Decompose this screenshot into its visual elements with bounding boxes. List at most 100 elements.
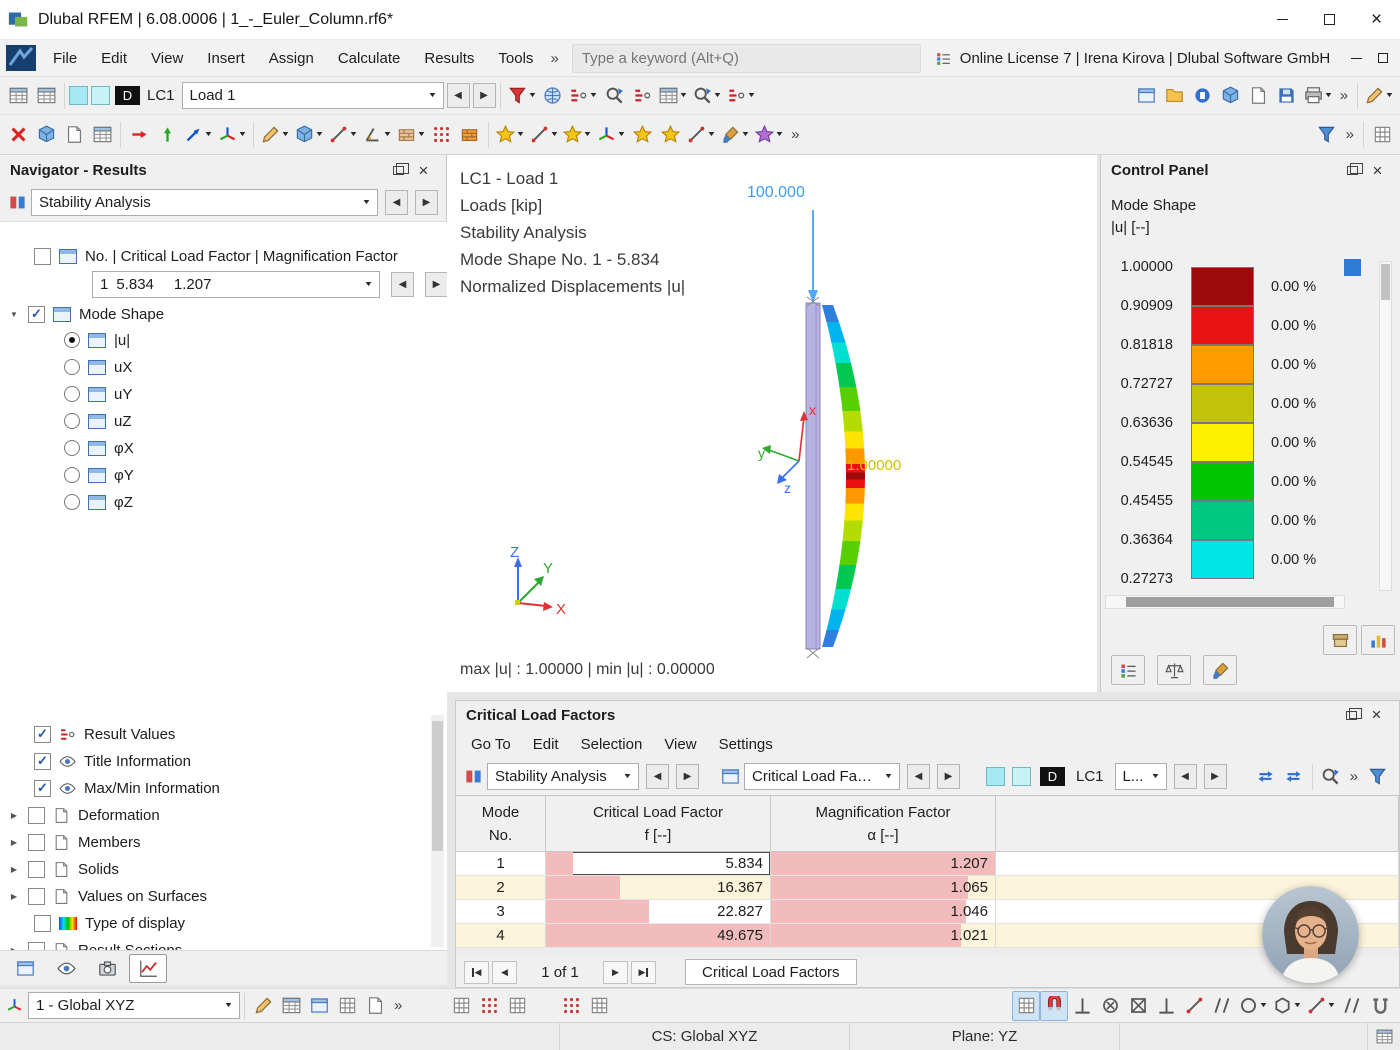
cell-critical-load-factor[interactable]: 22.827 — [546, 900, 771, 924]
menu-overflow[interactable]: » — [545, 50, 563, 67]
component-option-u[interactable]: |u| — [64, 328, 130, 352]
scale-color-box[interactable] — [1191, 345, 1254, 384]
view-minus-z-icon[interactable]: ▼ — [181, 120, 215, 150]
show-result-values-icon[interactable] — [600, 81, 628, 111]
print-icon[interactable]: ▼ — [1301, 81, 1335, 111]
toolbar1-overflow[interactable]: » — [1335, 87, 1353, 104]
prev-page-button[interactable]: ◀ — [492, 961, 517, 984]
scrollbar-thumb[interactable] — [1381, 264, 1390, 300]
radio-selected[interactable] — [64, 332, 80, 348]
special-objects-icon[interactable]: ▼ — [752, 120, 786, 150]
node-displacement-icon[interactable]: ▼ — [594, 120, 628, 150]
option-result-sections[interactable]: ▶Result Sections — [8, 938, 182, 950]
tab-views-navigator[interactable] — [88, 954, 126, 983]
option-members[interactable]: ▶Members — [8, 830, 141, 854]
menu-tools[interactable]: Tools — [486, 40, 545, 76]
table-layout-icon[interactable] — [1368, 120, 1396, 150]
display-swatch-2[interactable] — [91, 86, 110, 105]
scale-horizontal-scrollbar[interactable] — [1105, 595, 1345, 609]
checkbox-checked[interactable]: ✓ — [34, 780, 51, 797]
snap-perpendicular-icon[interactable] — [1152, 991, 1180, 1021]
show-loads-icon[interactable] — [538, 81, 566, 111]
menu-file[interactable]: File — [41, 40, 89, 76]
scale-color-box[interactable] — [1191, 540, 1254, 579]
scale-color-box[interactable] — [1191, 306, 1254, 345]
work-plane-select[interactable]: 1 - Global XYZ▼ — [28, 992, 240, 1019]
open-file-icon[interactable] — [1161, 81, 1189, 111]
status-coordinate-system[interactable]: CS: Global XYZ — [560, 1023, 850, 1050]
cell-critical-load-factor[interactable]: 49.675 — [546, 924, 771, 948]
clf-analysis-select[interactable]: Stability Analysis▼ — [487, 763, 639, 790]
cell-critical-load-factor[interactable]: 5.834 — [546, 852, 771, 876]
tab-display-navigator[interactable] — [47, 954, 85, 983]
control-panel-float-button[interactable] — [1340, 160, 1365, 182]
scale-color-box[interactable] — [1191, 267, 1254, 306]
menu-insert[interactable]: Insert — [195, 40, 257, 76]
masonry-icon[interactable] — [456, 120, 484, 150]
filter-loads-icon[interactable]: ▼ — [505, 81, 539, 111]
option-values-on-surfaces[interactable]: ▶Values on Surfaces — [8, 884, 207, 908]
prev-mode-button[interactable]: ◀ — [391, 272, 414, 297]
menu-edit[interactable]: Edit — [89, 40, 139, 76]
clf-next-analysis-button[interactable]: ▶ — [676, 764, 699, 789]
menu-calculate[interactable]: Calculate — [326, 40, 413, 76]
cell-mode-no[interactable]: 4 — [456, 924, 546, 948]
component-option-phiy[interactable]: φY — [64, 463, 134, 487]
clf-float-button[interactable] — [1339, 704, 1364, 726]
search-input[interactable] — [582, 50, 911, 67]
checkbox-checked[interactable]: ✓ — [34, 726, 51, 743]
generate-load-icon[interactable]: ▼ — [493, 120, 527, 150]
mesh-settings-icon[interactable] — [585, 991, 613, 1021]
radio[interactable] — [64, 467, 80, 483]
scale-color-box[interactable] — [1191, 423, 1254, 462]
expander-closed-icon[interactable]: ▶ — [8, 865, 20, 874]
panel-colors-button[interactable] — [1203, 655, 1237, 685]
model-check-icon[interactable] — [628, 120, 656, 150]
scale-marker[interactable] — [1344, 259, 1361, 276]
checkbox-unchecked[interactable] — [34, 248, 51, 265]
option-type-of-display[interactable]: Type of display — [34, 911, 185, 935]
clf-swatch-2[interactable] — [1012, 767, 1031, 786]
radio[interactable] — [64, 386, 80, 402]
prev-load-case-button[interactable]: ◀ — [447, 83, 470, 108]
clf-design-badge[interactable]: D — [1040, 767, 1065, 786]
radio[interactable] — [64, 494, 80, 510]
cell-mode-no[interactable]: 2 — [456, 876, 546, 900]
expander-closed-icon[interactable]: ▶ — [8, 892, 20, 901]
clf-next-result-button[interactable]: ▶ — [937, 764, 960, 789]
checkbox-unchecked[interactable] — [28, 834, 45, 851]
move-plane-icon[interactable] — [277, 991, 305, 1021]
view-x-icon[interactable] — [125, 120, 153, 150]
tree-item-critical-load-factor[interactable]: No. | Critical Load Factor | Magnificati… — [34, 244, 398, 268]
render-view-icon[interactable] — [1217, 81, 1245, 111]
snap-circle-cross-icon[interactable] — [1096, 991, 1124, 1021]
tab-results-navigator[interactable] — [129, 954, 167, 983]
wall-icon[interactable]: ▼ — [394, 120, 428, 150]
grid-settings-icon[interactable] — [503, 991, 531, 1021]
isometric-view-icon[interactable] — [32, 120, 60, 150]
printout-report-icon[interactable] — [1245, 81, 1273, 111]
snap-polygon-icon[interactable]: ▼ — [1270, 991, 1304, 1021]
control-panel-close-button[interactable]: × — [1365, 160, 1390, 182]
new-chart-icon[interactable] — [88, 120, 116, 150]
values-on-model-icon[interactable]: ▼ — [724, 81, 758, 111]
find-in-table-icon[interactable] — [1317, 762, 1345, 792]
navigator-close-button[interactable]: × — [411, 160, 436, 182]
clf-filter-icon[interactable] — [1363, 762, 1391, 792]
graphic-properties-icon[interactable]: ▼ — [1362, 81, 1396, 111]
display-swatch-1[interactable] — [69, 86, 88, 105]
menu-results[interactable]: Results — [412, 40, 486, 76]
imperfection-icon[interactable] — [656, 120, 684, 150]
checkbox-unchecked[interactable] — [28, 942, 45, 951]
angle-icon[interactable]: ▼ — [360, 120, 394, 150]
cell-magnification-factor[interactable]: 1.207 — [771, 852, 996, 876]
mode-shape-deformation[interactable] — [822, 305, 865, 647]
scale-color-box[interactable] — [1191, 462, 1254, 501]
panel-scale-button[interactable] — [1157, 655, 1191, 685]
snap-magnet-icon[interactable] — [1040, 991, 1068, 1021]
expander-closed-icon[interactable]: ▶ — [8, 811, 20, 820]
saved-scales-button[interactable] — [1323, 625, 1357, 655]
col-header-magnification-factor[interactable]: Magnification Factorα [--] — [771, 796, 996, 852]
line-load-icon[interactable]: ▼ — [527, 120, 561, 150]
section-icon[interactable]: ▼ — [326, 120, 360, 150]
